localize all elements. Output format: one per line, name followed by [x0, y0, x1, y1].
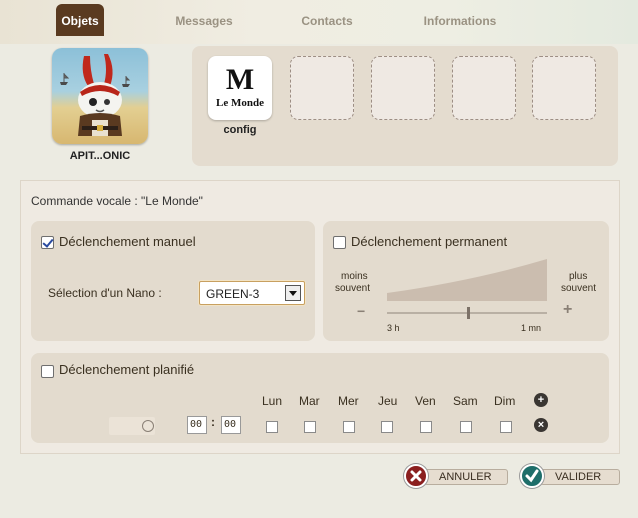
slider-handle[interactable] — [467, 307, 470, 319]
cancel-button[interactable]: ANNULER — [404, 464, 508, 488]
chevron-down-icon[interactable] — [285, 285, 301, 301]
slot-empty[interactable] — [532, 56, 596, 120]
toggle-knob — [142, 420, 154, 432]
slot-config-label: config — [223, 124, 257, 136]
day-label-sam: Sam — [453, 394, 478, 408]
slider-max-tick: 1 mn — [521, 323, 542, 333]
trigger-settings-panel: Commande vocale : "Le Monde" Déclencheme… — [20, 180, 620, 454]
slot-empty[interactable] — [371, 56, 435, 120]
manual-trigger-checkbox[interactable] — [41, 236, 54, 249]
manual-trigger-section: Déclenchement manuel Sélection d'un Nano… — [31, 221, 315, 341]
avatar[interactable] — [52, 48, 148, 144]
frequency-slider[interactable] — [323, 221, 609, 341]
plus-icon[interactable]: + — [563, 301, 572, 319]
slot-empty[interactable] — [452, 56, 516, 120]
day-checkbox-lun[interactable] — [266, 421, 278, 433]
objects-slots-panel: M Le Monde config — [192, 46, 618, 166]
tab-informations[interactable]: Informations — [412, 6, 508, 36]
cancel-icon — [404, 464, 428, 488]
planned-trigger-section: Déclenchement planifié 00 : 00 Lun Mar M… — [31, 353, 609, 443]
rabbit-pirate-icon — [60, 54, 131, 136]
planned-trigger-checkbox[interactable] — [41, 365, 54, 378]
day-label-ven: Ven — [415, 394, 436, 408]
day-label-dim: Dim — [494, 394, 516, 408]
day-label-mar: Mar — [299, 394, 320, 408]
voice-command-label: Commande vocale : "Le Monde" — [31, 194, 203, 208]
add-schedule-icon[interactable]: + — [534, 393, 548, 407]
checkmark-icon — [520, 464, 544, 488]
planned-trigger-label: Déclenchement planifié — [59, 362, 195, 377]
day-checkbox-mar[interactable] — [304, 421, 316, 433]
svg-text:Le Monde: Le Monde — [216, 97, 264, 109]
permanent-trigger-section: Déclenchement permanent moins souvent pl… — [323, 221, 609, 341]
validate-button-label: VALIDER — [540, 469, 620, 485]
day-label-lun: Lun — [262, 394, 283, 408]
validate-button[interactable]: VALIDER — [520, 464, 620, 488]
minute-input[interactable]: 00 — [221, 416, 241, 434]
cancel-button-label: ANNULER — [424, 469, 508, 485]
planned-toggle[interactable] — [109, 417, 155, 435]
slot-config[interactable]: M Le Monde — [208, 56, 272, 120]
le-monde-logo-icon: M Le Monde — [216, 63, 264, 109]
day-checkbox-ven[interactable] — [420, 421, 432, 433]
owner-name: APIT...ONIC — [69, 150, 131, 162]
remove-schedule-icon[interactable]: × — [534, 418, 548, 432]
slider-min-tick: 3 h — [387, 323, 400, 333]
day-label-jeu: Jeu — [378, 394, 398, 408]
day-checkbox-jeu[interactable] — [381, 421, 393, 433]
day-checkbox-mer[interactable] — [343, 421, 355, 433]
minus-icon[interactable]: − — [357, 303, 365, 319]
slot-empty[interactable] — [290, 56, 354, 120]
tab-bar: Objets Messages Contacts Informations — [0, 0, 638, 38]
nano-select-label: Sélection d'un Nano : — [48, 286, 162, 300]
day-checkbox-sam[interactable] — [460, 421, 472, 433]
nano-select[interactable]: GREEN-3 — [199, 281, 305, 305]
nano-select-value: GREEN-3 — [206, 287, 260, 301]
hour-input[interactable]: 00 — [187, 416, 207, 434]
svg-text:M: M — [226, 63, 254, 96]
tab-contacts[interactable]: Contacts — [290, 6, 364, 36]
tab-messages[interactable]: Messages — [166, 6, 242, 36]
tab-objets[interactable]: Objets — [56, 4, 104, 36]
day-checkbox-dim[interactable] — [500, 421, 512, 433]
day-label-mer: Mer — [338, 394, 359, 408]
manual-trigger-label: Déclenchement manuel — [59, 234, 196, 249]
time-separator: : — [211, 415, 215, 429]
